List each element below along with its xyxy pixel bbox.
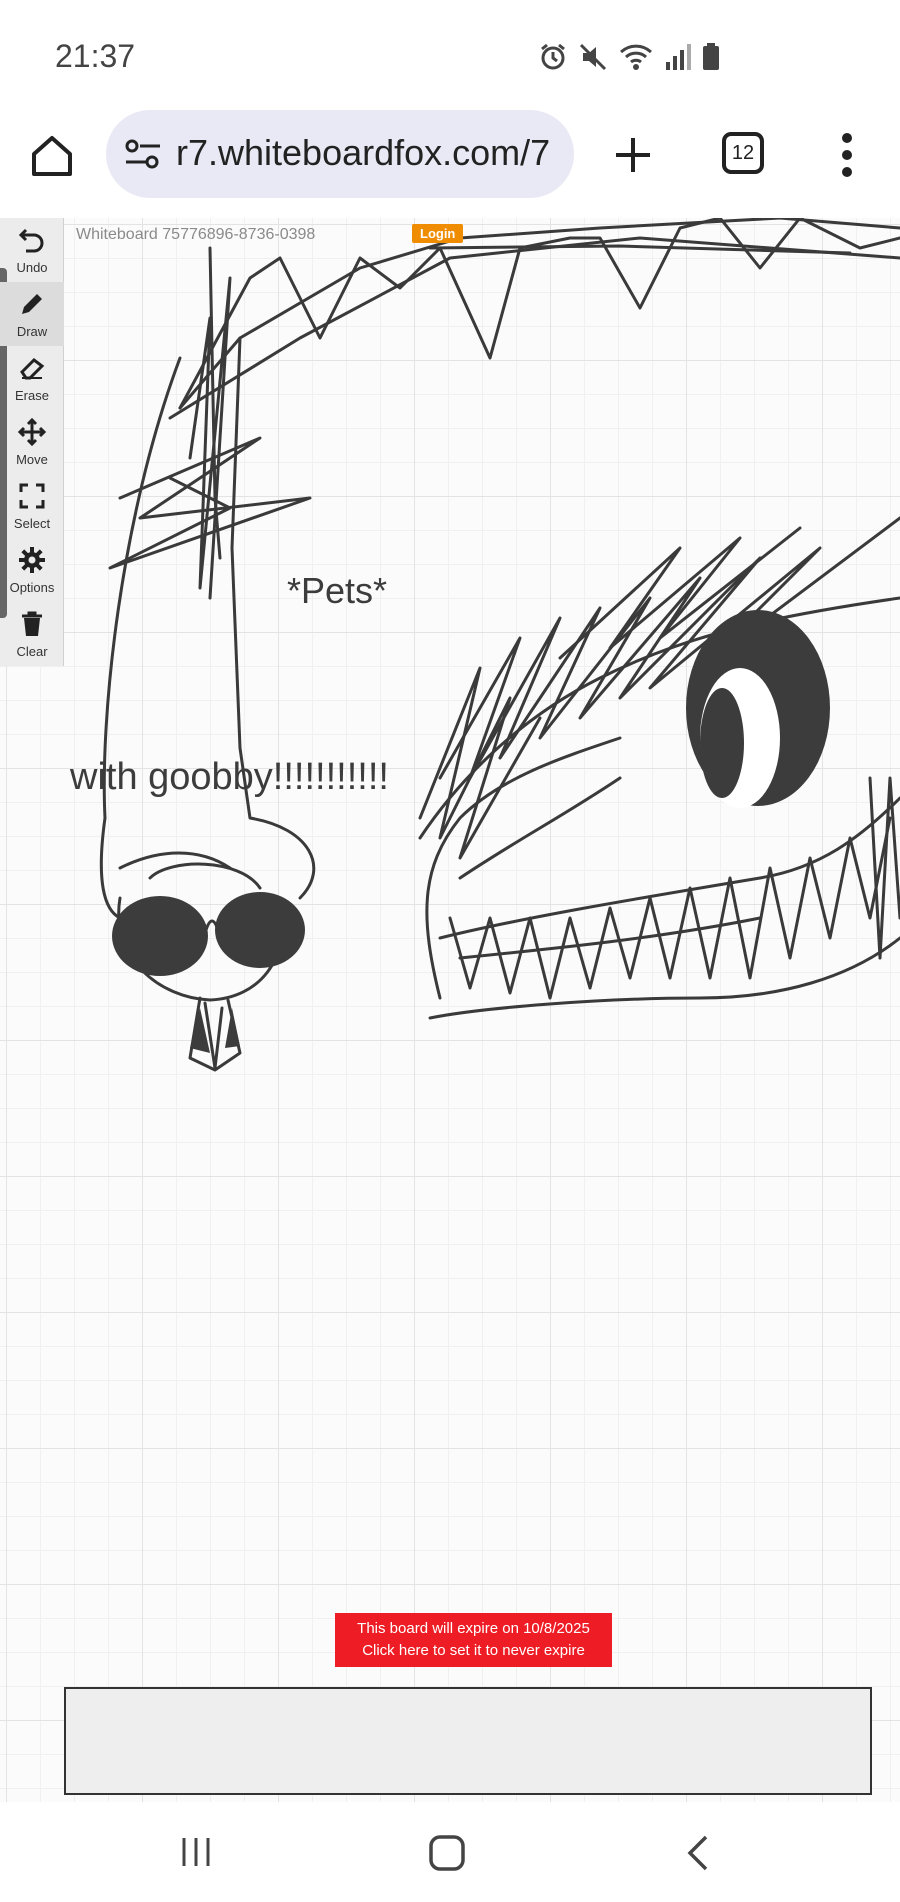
options-label: Options xyxy=(9,580,55,595)
tabs-button[interactable]: 12 xyxy=(722,132,764,174)
status-time: 21:37 xyxy=(55,38,136,74)
battery-icon xyxy=(702,42,720,72)
undo-icon xyxy=(18,228,44,253)
erase-button[interactable]: Erase xyxy=(0,346,64,410)
board-title: Whiteboard 75776896-8736-0398 xyxy=(76,226,316,243)
draw-label: Draw xyxy=(16,324,48,339)
options-button[interactable]: Options xyxy=(0,538,64,602)
undo-button[interactable]: Undo xyxy=(0,218,64,282)
home-nav-icon xyxy=(429,1835,465,1871)
alarm-icon xyxy=(538,42,568,72)
draw-button[interactable]: Draw xyxy=(0,282,64,346)
wifi-icon xyxy=(618,42,654,72)
system-nav-bar xyxy=(0,1802,900,1902)
more-vert-icon xyxy=(842,133,852,177)
signal-icon xyxy=(664,42,692,72)
move-icon xyxy=(18,418,46,446)
clear-button[interactable]: Clear xyxy=(0,602,64,666)
pencil-icon xyxy=(22,294,42,314)
whiteboard-canvas[interactable]: Whiteboard 75776896-8736-0398 Login *Pet… xyxy=(0,218,900,1802)
trash-icon xyxy=(22,611,42,636)
plus-icon xyxy=(616,138,650,172)
select-label: Select xyxy=(13,516,51,531)
back-icon xyxy=(687,1835,708,1871)
site-settings-icon[interactable] xyxy=(124,138,162,170)
undo-label: Undo xyxy=(16,260,48,275)
clear-label: Clear xyxy=(16,644,48,659)
status-bar: 21:37 xyxy=(0,0,900,110)
url-text: r7.whiteboardfox.com/7 xyxy=(176,132,551,173)
home-nav-button[interactable] xyxy=(428,1834,466,1877)
browser-toolbar: r7.whiteboardfox.com/7 12 xyxy=(0,110,900,218)
bottom-panel xyxy=(64,1687,872,1795)
expire-banner-line1: This board will expire on 10/8/2025 xyxy=(357,1620,590,1637)
status-icons xyxy=(538,40,720,74)
board-text-pets: *Pets* xyxy=(287,570,388,611)
login-button[interactable]: Login xyxy=(412,224,464,243)
select-icon xyxy=(19,483,45,509)
drawing-strokes xyxy=(99,218,900,1072)
home-icon xyxy=(32,136,72,176)
erase-label: Erase xyxy=(15,388,49,403)
recent-apps-button[interactable] xyxy=(178,1834,214,1875)
expire-banner-line2: Click here to set it to never expire xyxy=(362,1642,585,1659)
address-bar[interactable]: r7.whiteboardfox.com/7 xyxy=(106,110,574,198)
new-tab-button[interactable] xyxy=(612,134,654,176)
expire-banner[interactable]: This board will expire on 10/8/2025 Clic… xyxy=(335,1613,612,1667)
more-menu-button[interactable] xyxy=(836,130,858,180)
move-button[interactable]: Move xyxy=(0,410,64,474)
gear-icon xyxy=(19,547,45,573)
select-button[interactable]: Select xyxy=(0,474,64,538)
mute-icon xyxy=(578,42,608,72)
back-button[interactable] xyxy=(686,1834,710,1877)
eraser-icon xyxy=(20,358,45,380)
move-label: Move xyxy=(16,452,48,467)
tool-sidebar: Undo Draw Erase Move Select Options Clea… xyxy=(0,218,64,666)
board-text-goobby: with goobby!!!!!!!!!!! xyxy=(70,756,389,798)
recent-apps-icon xyxy=(182,1838,210,1866)
home-button[interactable] xyxy=(28,132,76,180)
